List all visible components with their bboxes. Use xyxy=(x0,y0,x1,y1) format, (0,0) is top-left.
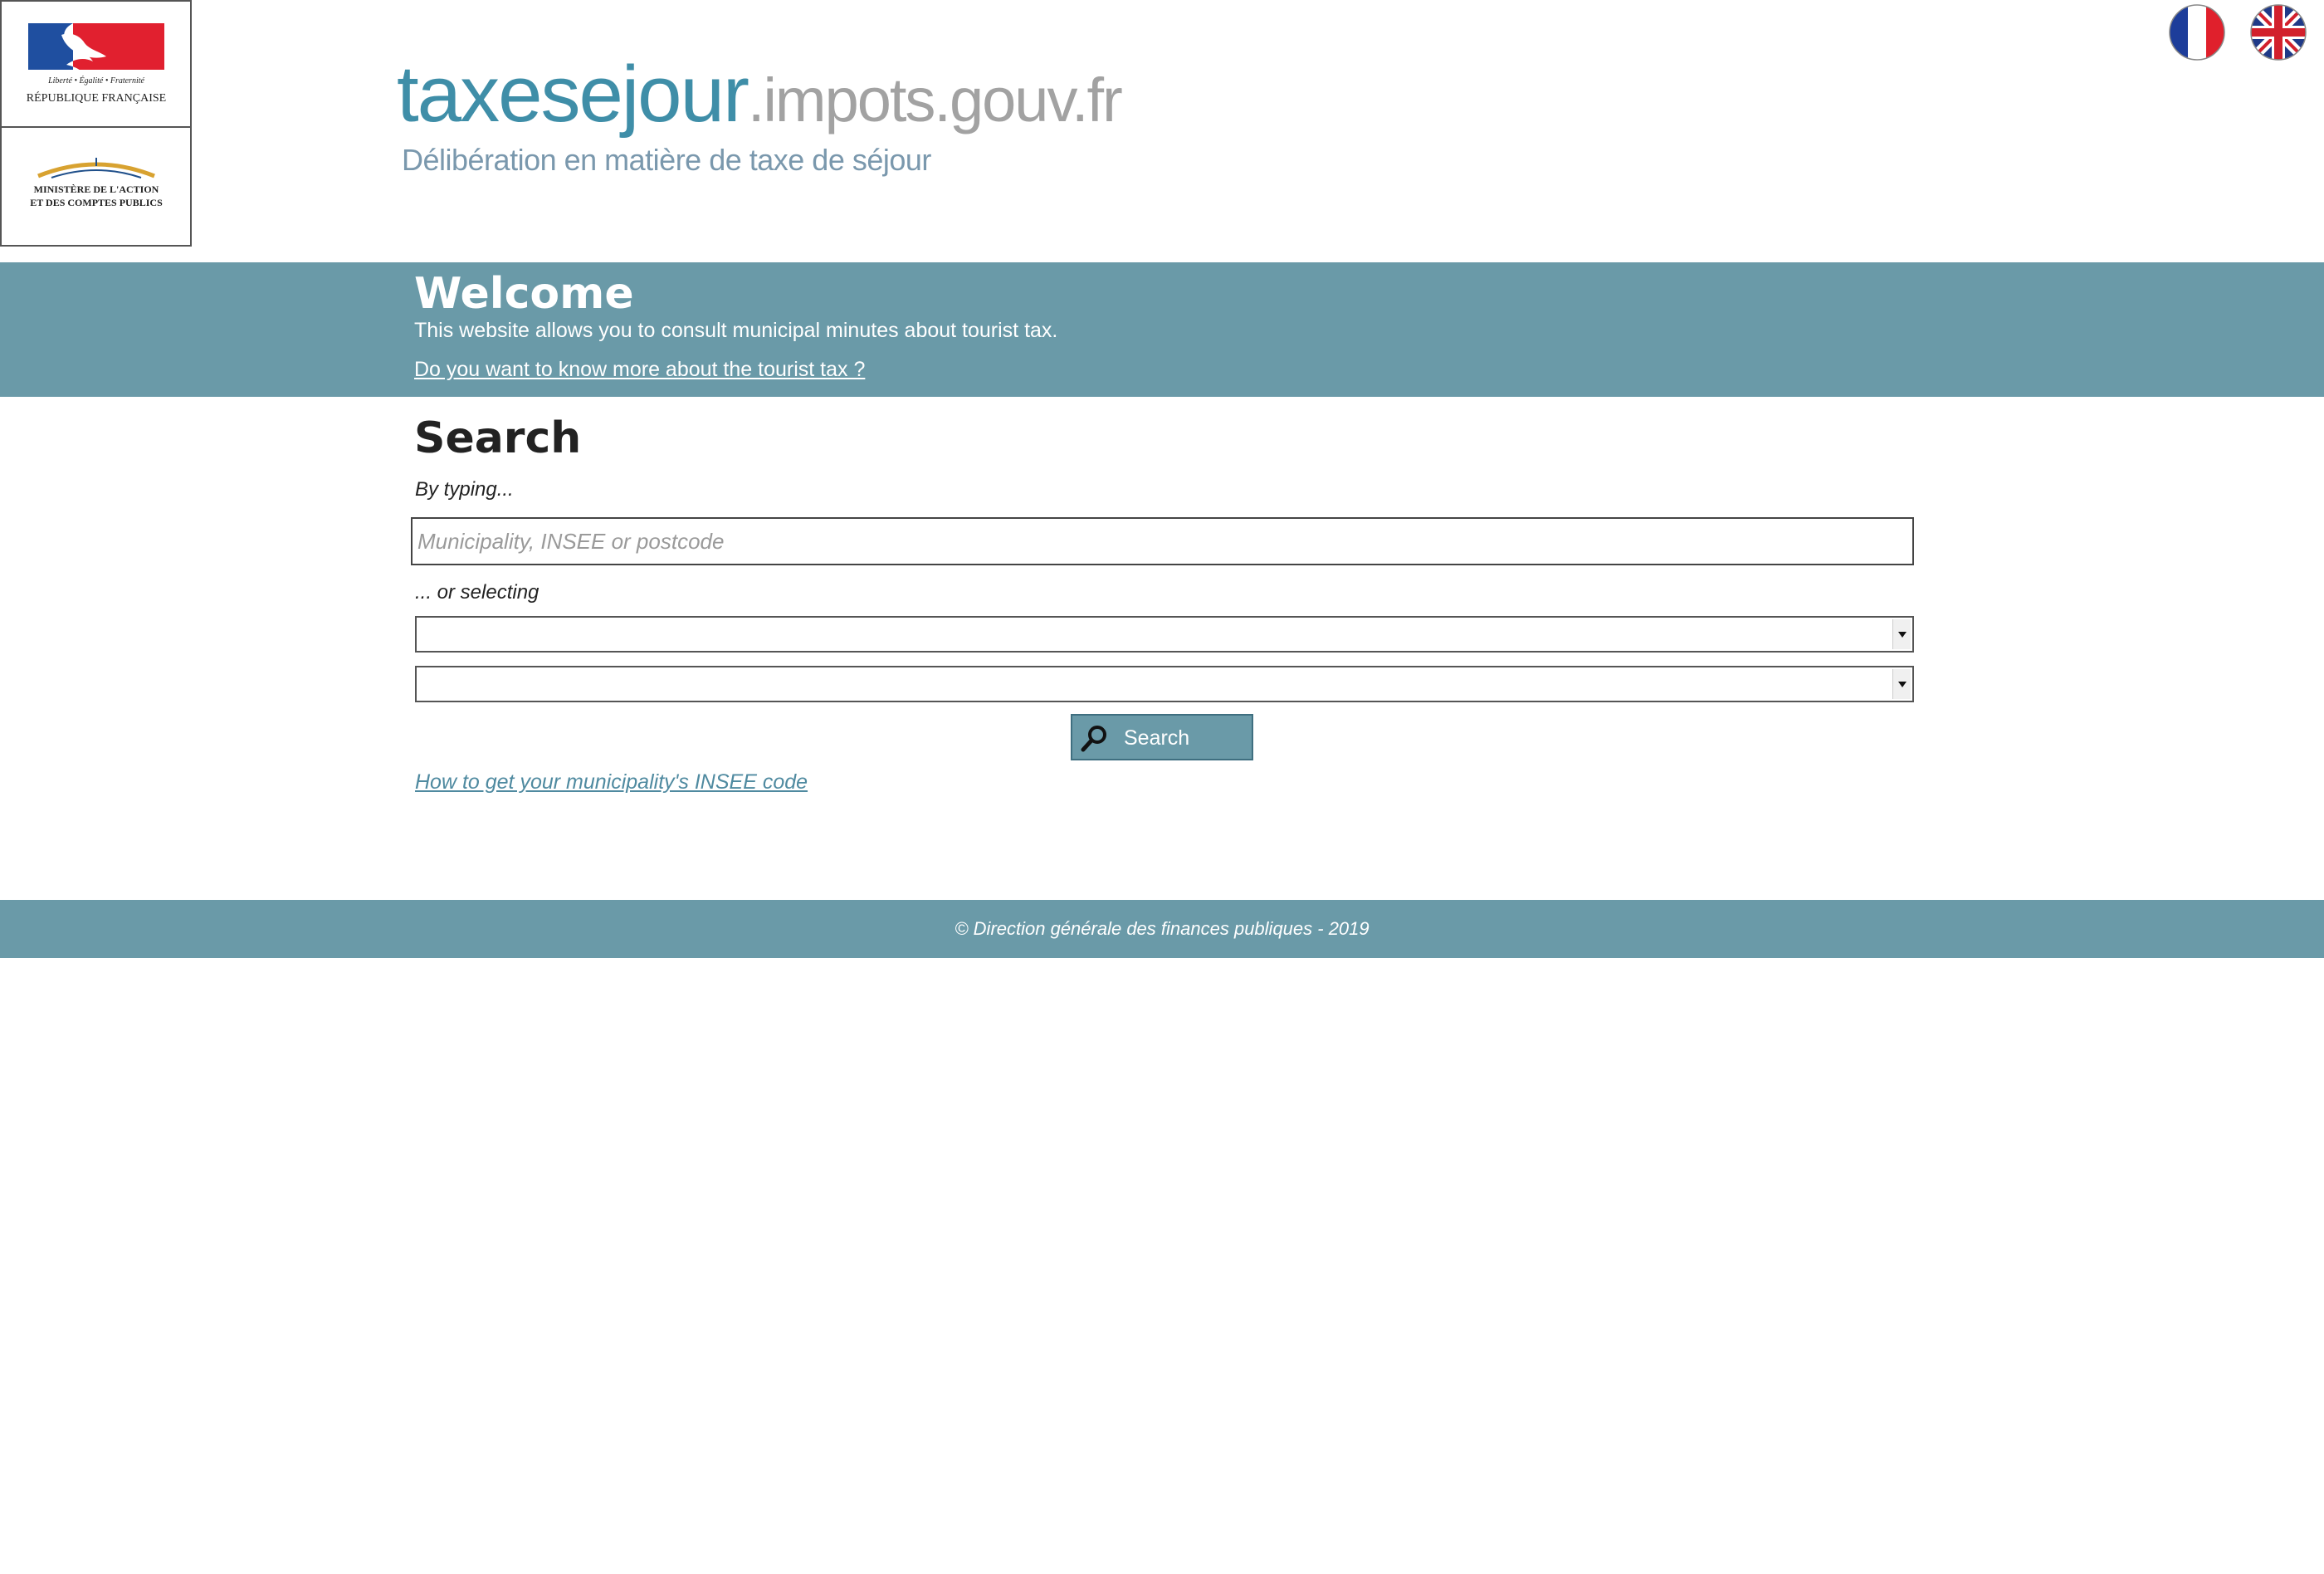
footer: © Direction générale des finances publiq… xyxy=(0,900,2324,958)
site-logo-subtitle: Délibération en matière de taxe de séjou… xyxy=(402,143,931,177)
municipality-search-input[interactable] xyxy=(411,517,1914,565)
ministry-logo[interactable]: MINISTÈRE DE L'ACTION ET DES COMPTES PUB… xyxy=(2,128,190,245)
welcome-title: Welcome xyxy=(414,269,634,319)
rf-name: RÉPUBLIQUE FRANÇAISE xyxy=(27,90,166,105)
french-flag-icon[interactable] xyxy=(2168,3,2226,61)
site-logo-domain: .impots.gouv.fr xyxy=(747,66,1123,134)
chevron-down-icon[interactable] xyxy=(1892,669,1911,699)
chevron-down-icon[interactable] xyxy=(1892,619,1911,649)
uk-flag-icon[interactable] xyxy=(2249,3,2307,61)
search-button[interactable]: Search xyxy=(1071,714,1253,760)
magnifier-icon xyxy=(1081,726,1106,752)
welcome-banner: Welcome This website allows you to consu… xyxy=(0,262,2324,397)
site-logo-name: taxesejour xyxy=(397,50,749,139)
department-select[interactable] xyxy=(415,616,1914,653)
insee-code-help-link[interactable]: How to get your municipality's INSEE cod… xyxy=(415,770,808,794)
ministry-emblem-icon: MINISTÈRE DE L'ACTION ET DES COMPTES PUB… xyxy=(30,158,163,208)
site-logo-title: taxesejour.impots.gouv.fr xyxy=(397,55,1123,134)
welcome-text: This website allows you to consult munic… xyxy=(414,319,1058,342)
footer-copyright: © Direction générale des finances publiq… xyxy=(954,918,1370,939)
ministry-line2: ET DES COMPTES PUBLICS xyxy=(30,197,163,208)
tourist-tax-info-link[interactable]: Do you want to know more about the touri… xyxy=(414,358,865,382)
search-title: Search xyxy=(414,413,582,463)
republique-francaise-logo[interactable]: Liberté • Égalité • Fraternité RÉPUBLIQU… xyxy=(2,2,190,128)
rf-motto: Liberté • Égalité • Fraternité xyxy=(47,76,144,86)
municipality-select[interactable] xyxy=(415,666,1914,702)
site-logo[interactable]: taxesejour.impots.gouv.fr Délibération e… xyxy=(397,55,1123,178)
search-button-label: Search xyxy=(1124,726,1190,750)
typing-label: By typing... xyxy=(415,478,514,501)
ministry-line1: MINISTÈRE DE L'ACTION xyxy=(34,183,159,195)
selecting-label: ... or selecting xyxy=(415,581,540,604)
marianne-icon: Liberté • Égalité • Fraternité RÉPUBLIQU… xyxy=(27,23,166,105)
government-logos: Liberté • Égalité • Fraternité RÉPUBLIQU… xyxy=(0,0,192,247)
